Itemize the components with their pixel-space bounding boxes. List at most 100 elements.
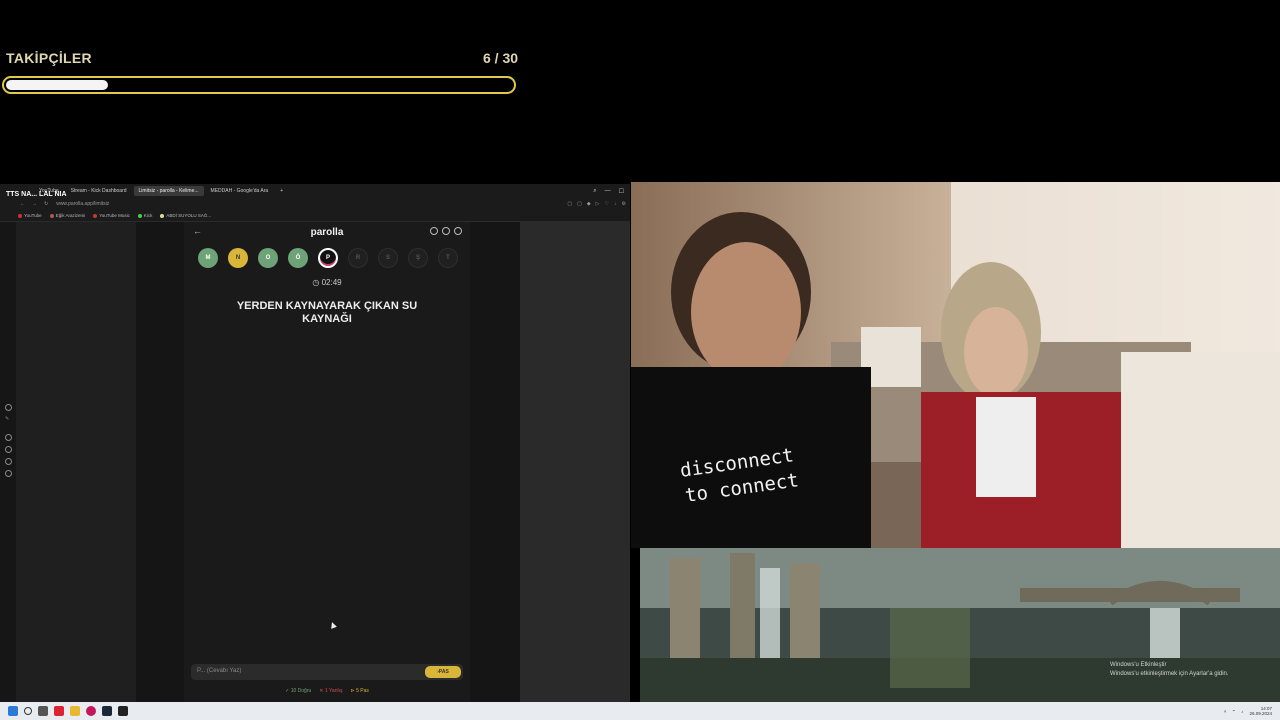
watermark-line2: Windows'u etkinleştirmek için Ayarlar'a …: [1110, 671, 1229, 677]
new-tab-button[interactable]: +: [275, 186, 288, 196]
bookmark-item[interactable]: YouTube Music: [93, 213, 130, 218]
webcam-feed: disconnect to connect: [631, 182, 1280, 548]
info-icon[interactable]: [430, 227, 438, 235]
start-icon[interactable]: [8, 706, 18, 716]
question-text: YERDEN KAYNAYARAK ÇIKAN SU KAYNAĞI: [236, 300, 418, 325]
pass-count: ⊳ 5 Pas: [350, 688, 369, 694]
browser-icon[interactable]: [86, 706, 96, 716]
sidebar-icon[interactable]: ✎: [5, 416, 12, 423]
stats-icon[interactable]: [442, 227, 450, 235]
bookmark-item[interactable]: Eğik Arazizemi: [49, 213, 86, 218]
extensions-area: ▢ ▢ ◆ ▷ ♡ ↓ ⚙: [567, 201, 630, 207]
page-gutter-right: [470, 222, 520, 702]
letter-circle-s: S: [378, 248, 398, 268]
nav-buttons: ← → ↻: [0, 201, 48, 207]
kick-icon: [137, 213, 142, 218]
browser-tab-google[interactable]: MEDDAH - Google'da Ara: [206, 186, 274, 196]
play-icon[interactable]: ▷: [596, 201, 600, 207]
settings-icon[interactable]: [454, 227, 462, 235]
settings-icon[interactable]: ⚙: [622, 201, 626, 207]
obs-icon[interactable]: [118, 706, 128, 716]
followers-goal-widget: TAKİPÇİLER 6 / 30: [0, 0, 520, 110]
shield-icon[interactable]: ◆: [587, 201, 591, 207]
back-icon[interactable]: ←: [20, 201, 25, 207]
watermark-line1: Windows'u Etkinleştir: [1110, 662, 1167, 668]
activation-watermark: Windows'u Etkinleştir Windows'u etkinleş…: [1110, 661, 1229, 679]
extension-icon[interactable]: ▢: [577, 201, 582, 207]
steam-icon[interactable]: [102, 706, 112, 716]
minimize-icon[interactable]: —: [605, 188, 611, 195]
sidebar-icon[interactable]: [5, 434, 12, 441]
pass-button-label: PAS: [438, 669, 449, 675]
timer-value: 02:49: [321, 278, 342, 287]
app-icon[interactable]: [54, 706, 64, 716]
browser-right-panel: [520, 222, 630, 702]
webcam-image: disconnect to connect: [631, 182, 1280, 548]
search-icon[interactable]: [24, 707, 32, 715]
letter-circle-ş: Ş: [408, 248, 428, 268]
followers-progress-fill: [6, 80, 108, 90]
clock-date: 26.09.2024: [1249, 711, 1272, 716]
answer-input[interactable]: P... (Cevabı Yaz): [197, 668, 241, 674]
sidebar-icon[interactable]: [5, 404, 12, 411]
tab-label: MEDDAH - Google'da Ara: [210, 188, 269, 194]
wrong-count-value: 1 Yanlış: [324, 688, 343, 694]
system-tray: ˄ ⌁ ♪ 14:07 26.09.2024: [1224, 706, 1280, 716]
address-bar-row: ← → ↻ www.parolla.app/limitsiz ▢ ▢ ◆ ▷ ♡…: [0, 198, 630, 210]
maximize-icon[interactable]: ☐: [619, 188, 624, 195]
followers-title: TAKİPÇİLER: [6, 50, 92, 66]
bookmark-icon: [160, 213, 165, 218]
download-icon[interactable]: ↓: [614, 201, 617, 207]
letter-circle-p: P: [318, 248, 338, 268]
task-view-icon[interactable]: [38, 706, 48, 716]
bookmark-label: Eğik Arazizemi: [55, 213, 86, 218]
bookmark-label: Kick: [143, 213, 153, 218]
history-icon[interactable]: [5, 446, 12, 453]
tab-label: Limitsiz - parolla - Kelime...: [138, 188, 199, 194]
extension-icon[interactable]: ▢: [567, 201, 572, 207]
letter-progress-row: MNOÖPRSŞT: [198, 248, 458, 268]
bookmark-item[interactable]: YouTube: [18, 213, 42, 218]
youtube-music-icon: [93, 213, 98, 218]
browser-side-panel: [16, 222, 136, 702]
page-gutter-left: [136, 222, 184, 702]
network-icon[interactable]: ⌁: [1233, 708, 1236, 714]
correct-count-value: 10 Doğru: [290, 688, 312, 694]
bookmarks-bar: YouTube Eğik Arazizemi YouTube Music Kic…: [0, 210, 630, 222]
letter-circle-r: R: [348, 248, 368, 268]
app-brand: parolla: [310, 227, 344, 238]
pass-count-value: 5 Pas: [356, 688, 369, 694]
browser-capture: YouTube Stream - Kick Dashboard Limitsiz…: [0, 184, 630, 702]
heart-icon[interactable]: ♡: [605, 201, 609, 207]
bookmark-item[interactable]: Kick: [137, 213, 153, 218]
forward-icon[interactable]: →: [32, 201, 37, 207]
app-top-icons: [430, 227, 462, 235]
game-timer: ◷ 02:49: [184, 278, 470, 287]
sidebar-icon[interactable]: [5, 458, 12, 465]
bookmark-item[interactable]: ABDİ SUYOLU SAĞ...: [160, 213, 211, 218]
parolla-app: ← parolla MNOÖPRSŞT ◷ 02:49 YERDEN KAYNA…: [184, 222, 470, 702]
search-tabs-icon[interactable]: ⌕: [593, 188, 596, 195]
pass-button[interactable]: › PAS: [425, 666, 461, 678]
address-input[interactable]: www.parolla.app/limitsiz: [56, 201, 109, 207]
volume-icon[interactable]: ♪: [1241, 709, 1243, 714]
youtube-icon: [18, 213, 22, 218]
browser-tab-parolla[interactable]: Limitsiz - parolla - Kelime...: [133, 186, 204, 196]
letter-circle-m: M: [198, 248, 218, 268]
browser-tab-kick-dashboard[interactable]: Stream - Kick Dashboard: [66, 186, 132, 196]
letter-circle-t: T: [438, 248, 458, 268]
tab-label: Stream - Kick Dashboard: [70, 188, 127, 194]
chevron-up-icon[interactable]: ˄: [1224, 709, 1227, 714]
settings-icon[interactable]: [5, 470, 12, 477]
browser-sidebar-strip: ✎: [0, 222, 16, 702]
reload-icon[interactable]: ↻: [44, 201, 48, 207]
taskbar-clock[interactable]: 14:07 26.09.2024: [1249, 706, 1272, 716]
desktop-wallpaper: Windows'u Etkinleştir Windows'u etkinleş…: [640, 548, 1280, 702]
letter-circle-ö: Ö: [288, 248, 308, 268]
letter-circle-n: N: [228, 248, 248, 268]
folder-icon[interactable]: [70, 706, 80, 716]
browser-tab-bar: YouTube Stream - Kick Dashboard Limitsiz…: [0, 184, 630, 198]
wrong-count: ✕ 1 Yanlış: [319, 688, 343, 694]
bookmark-label: ABDİ SUYOLU SAĞ...: [166, 213, 212, 218]
taskbar-icons: [0, 706, 128, 716]
